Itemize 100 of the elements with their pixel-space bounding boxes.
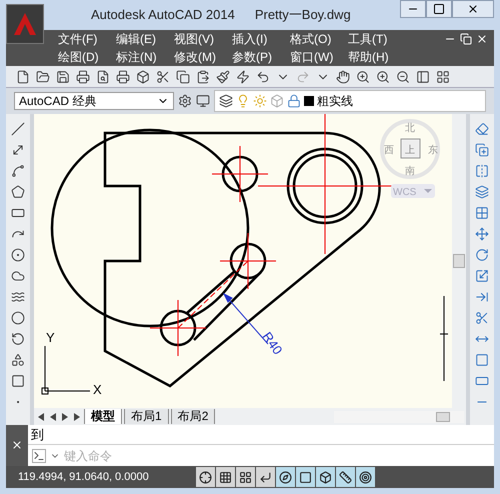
- status-toggle-button[interactable]: [356, 467, 375, 487]
- rotate-icon[interactable]: [475, 248, 489, 262]
- layer-color-swatch: [304, 96, 314, 106]
- axis-label: Y: [46, 330, 55, 345]
- undo-icon[interactable]: [256, 70, 270, 84]
- maximize-button[interactable]: [426, 0, 452, 18]
- close-button[interactable]: [452, 0, 494, 18]
- line-icon[interactable]: [11, 122, 25, 136]
- vertical-scrollbar[interactable]: [452, 114, 466, 408]
- status-toggle-button[interactable]: [216, 467, 235, 487]
- menu-item[interactable]: 文件(F): [58, 30, 116, 48]
- zoom-window-icon[interactable]: [376, 70, 390, 84]
- menu-item[interactable]: 格式(O): [290, 30, 348, 48]
- double-arrow-icon[interactable]: [11, 143, 25, 157]
- restore-icon[interactable]: [460, 33, 472, 45]
- cube-icon[interactable]: [136, 70, 150, 84]
- menu-item[interactable]: 修改(M): [174, 48, 232, 66]
- layer-name[interactable]: 粗实线: [317, 92, 353, 110]
- preview-icon[interactable]: [96, 70, 110, 84]
- array-icon[interactable]: [475, 206, 489, 220]
- viewcube-face-label: 上: [405, 145, 415, 156]
- command-input[interactable]: 键入命令: [64, 446, 490, 464]
- app-menu-button[interactable]: [6, 4, 44, 44]
- status-toggle-button[interactable]: [236, 467, 255, 487]
- status-toggle-button[interactable]: [256, 467, 275, 487]
- app-logo-icon: [12, 11, 38, 37]
- workspace-dropdown[interactable]: AutoCAD 经典: [14, 92, 174, 110]
- window-title: Autodesk AutoCAD 2014: [91, 6, 235, 24]
- pentagon-icon[interactable]: [11, 185, 25, 199]
- hand-icon[interactable]: [336, 70, 350, 84]
- maximize-icon: [433, 3, 445, 15]
- menu-item[interactable]: 帮助(H): [348, 48, 406, 66]
- open-folder-icon[interactable]: [36, 70, 50, 84]
- save-icon[interactable]: [56, 70, 70, 84]
- mirror-icon[interactable]: [475, 164, 489, 178]
- spline-icon[interactable]: [11, 290, 25, 304]
- grid-display-icon: [239, 470, 252, 484]
- menu-item[interactable]: 标注(N): [116, 48, 174, 66]
- close-icon: [467, 3, 479, 15]
- new-file-icon[interactable]: [16, 70, 30, 84]
- status-toggle-button[interactable]: [276, 467, 295, 487]
- layout-tab[interactable]: 布局2: [170, 409, 216, 424]
- paste-icon[interactable]: [196, 70, 210, 84]
- circle-icon[interactable]: [11, 248, 25, 262]
- snap-icon: [199, 470, 212, 484]
- compass-label: 西: [384, 145, 394, 156]
- zoom-out-icon[interactable]: [396, 70, 410, 84]
- menu-item[interactable]: 绘图(D): [58, 48, 116, 66]
- horizontal-scrollbar[interactable]: [334, 410, 464, 422]
- rectangle-icon[interactable]: [11, 206, 25, 220]
- status-toggle-button[interactable]: [336, 467, 355, 487]
- polyline-icon[interactable]: [11, 164, 25, 178]
- tab-first-icon[interactable]: [36, 410, 46, 422]
- menu-item[interactable]: 参数(P): [232, 48, 290, 66]
- lightning-icon[interactable]: [236, 70, 250, 84]
- menu-item[interactable]: 插入(I): [232, 30, 290, 48]
- compass-label: 东: [428, 145, 438, 156]
- move-icon[interactable]: [475, 227, 489, 241]
- layout-tab[interactable]: 模型: [84, 409, 122, 424]
- trim-icon[interactable]: [475, 311, 489, 325]
- cloud-icon[interactable]: [11, 269, 25, 283]
- axis-label: X: [93, 382, 102, 397]
- viewcube[interactable]: [400, 138, 420, 158]
- menu-item[interactable]: 工具(T): [348, 30, 406, 48]
- menu-item[interactable]: 编辑(E): [116, 30, 174, 48]
- command-prompt-icon[interactable]: [32, 448, 46, 462]
- coordinates-readout: 119.4994, 91.0640, 0.0000: [17, 470, 150, 485]
- close-icon[interactable]: [476, 33, 488, 45]
- close-icon[interactable]: [11, 439, 23, 451]
- workspace-icon[interactable]: [196, 94, 210, 108]
- layout-tab[interactable]: 布局1: [124, 409, 169, 424]
- zoom-icon[interactable]: [356, 70, 370, 84]
- file-title: Pretty一Boy.dwg: [254, 6, 351, 24]
- printer-icon[interactable]: [76, 70, 90, 84]
- panel-icon[interactable]: [416, 70, 430, 84]
- status-toggle-button[interactable]: [196, 467, 215, 487]
- lock-icon[interactable]: [287, 94, 301, 108]
- eraser-icon[interactable]: [475, 122, 489, 136]
- 3d-snap-icon: [319, 470, 332, 484]
- status-toggle-button[interactable]: [316, 467, 335, 487]
- ucs-label: WCS: [393, 187, 416, 198]
- copy-icon[interactable]: [176, 70, 190, 84]
- tab-last-icon[interactable]: [72, 410, 82, 422]
- viewcube-ring: [380, 119, 440, 179]
- scale-icon[interactable]: [475, 269, 489, 283]
- tab-prev-icon[interactable]: [48, 410, 58, 422]
- menu-item[interactable]: 视图(V): [174, 30, 232, 48]
- plot-icon[interactable]: [116, 70, 130, 84]
- tab-next-icon[interactable]: [60, 410, 70, 422]
- polar-icon: [279, 470, 292, 484]
- grid-panel-icon[interactable]: [436, 70, 450, 84]
- layers-icon[interactable]: [219, 94, 233, 108]
- status-toggle-button[interactable]: [296, 467, 315, 487]
- ucs-axes-icon: [42, 346, 90, 394]
- gear-icon[interactable]: [178, 94, 192, 108]
- brush-icon[interactable]: [216, 70, 230, 84]
- menu-item[interactable]: 窗口(W): [290, 48, 348, 66]
- block-icon[interactable]: [11, 353, 25, 367]
- cut-icon[interactable]: [156, 70, 170, 84]
- compass-label: 北: [405, 123, 415, 134]
